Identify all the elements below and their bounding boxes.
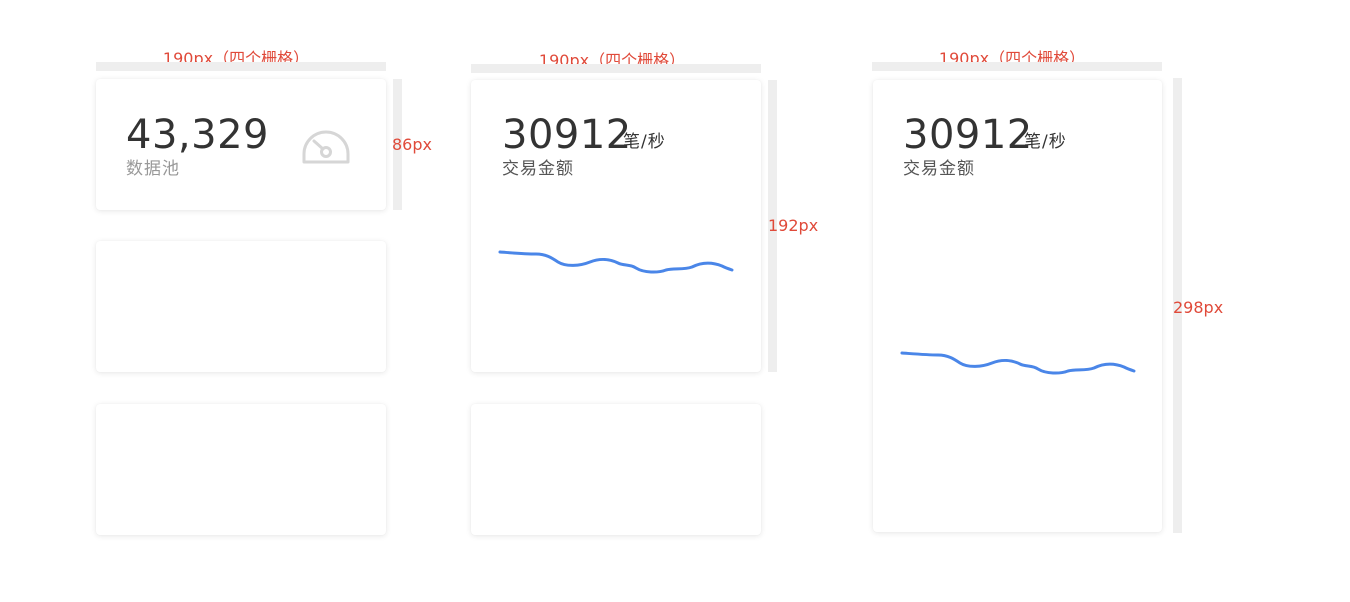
stat-unit: 笔/秒: [623, 132, 666, 152]
speedometer-icon: [302, 130, 350, 164]
height-annotation-medium: 192px: [768, 216, 819, 235]
empty-card-small-3: [96, 404, 386, 535]
layout-spec-canvas: 190px（四个栅格） 43,329 数据池 86px 190px（四个栅格） …: [0, 0, 1350, 602]
height-annotation-small: 86px: [392, 135, 432, 154]
stat-card-medium: 30912 笔/秒 交易金额: [471, 80, 761, 372]
empty-card-small-2: [96, 241, 386, 372]
empty-card-medium-2: [471, 404, 761, 535]
stat-card-small: 43,329 数据池: [96, 79, 386, 210]
stat-label: 数据池: [126, 159, 180, 179]
stat-value: 43,329: [126, 112, 269, 158]
stat-label: 交易金额: [903, 159, 975, 179]
stat-value: 30912: [502, 112, 632, 158]
stat-unit: 笔/秒: [1024, 132, 1067, 152]
width-guide-col1: [96, 62, 386, 71]
stat-card-large: 30912 笔/秒 交易金额: [873, 80, 1162, 532]
width-guide-col3: [872, 62, 1162, 71]
sparkline-chart: [900, 351, 1136, 375]
width-guide-col2: [471, 64, 761, 73]
sparkline-chart: [498, 250, 734, 274]
stat-value: 30912: [903, 112, 1033, 158]
height-annotation-large: 298px: [1173, 298, 1224, 317]
stat-label: 交易金额: [502, 159, 574, 179]
